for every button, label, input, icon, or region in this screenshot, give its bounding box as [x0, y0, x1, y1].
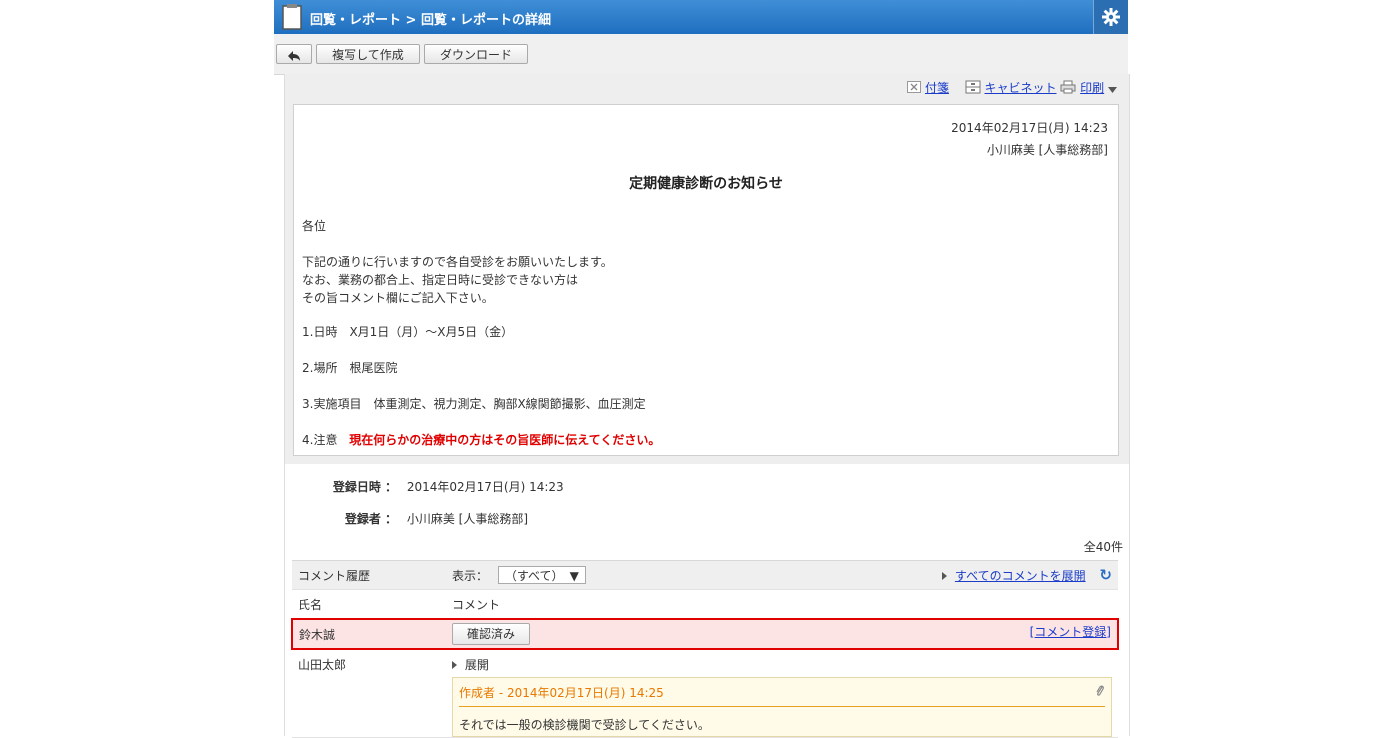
- comment-table: コメント履歴 表示： （すべて） ▼ すべてのコメントを展開 ↻ 氏名 コメント…: [291, 560, 1119, 738]
- toolbar: 複写して作成 ダウンロード: [274, 34, 1128, 75]
- comment-entry-body: それでは一般の検診機関で受診してください。: [459, 718, 710, 732]
- report-document: 2014年02月17日(月) 14:23 小川麻美 [人事総務部] 定期健康診断…: [293, 104, 1119, 456]
- expand-all: すべてのコメントを展開 ↻: [942, 566, 1112, 584]
- report-item-3: 3.実施項目 体重測定、視力測定、胸部X線関節撮影、血圧測定: [302, 397, 646, 411]
- download-button[interactable]: ダウンロード: [424, 44, 528, 64]
- paperclip-icon[interactable]: [1095, 684, 1105, 701]
- back-arrow-icon: [288, 50, 300, 61]
- chevron-down-icon[interactable]: [1108, 82, 1117, 96]
- comment-total: 全40件: [1083, 540, 1123, 554]
- comment-author: 鈴木誠: [291, 618, 446, 650]
- column-comment: コメント: [446, 589, 1118, 620]
- comment-history-header: コメント履歴 表示： （すべて） ▼ すべてのコメントを展開 ↻: [292, 560, 1118, 590]
- triangle-right-icon: [452, 661, 457, 669]
- comment-entry: 作成者 - 2014年02月17日(月) 14:25 それでは一般の検診機関で受…: [452, 677, 1112, 737]
- sticky-icon: [907, 81, 922, 96]
- comment-history-label: コメント履歴: [292, 560, 446, 590]
- display-select[interactable]: （すべて） ▼: [497, 566, 586, 584]
- report-title: 定期健康診断のお知らせ: [629, 176, 783, 192]
- triangle-right-icon: [942, 572, 948, 580]
- report-meta: 登録日時 ： 2014年02月17日(月) 14:23 登録者 ： 小川麻美 […: [284, 464, 1130, 738]
- registered-datetime: 登録日時 ： 2014年02月17日(月) 14:23: [285, 478, 564, 495]
- refresh-icon[interactable]: ↻: [1099, 566, 1112, 584]
- registrant-value: 小川麻美 [人事総務部]: [406, 512, 529, 526]
- expand-toggle[interactable]: 展開: [452, 658, 489, 672]
- back-button[interactable]: [276, 44, 312, 64]
- report-body-line: 下記の通りに行いますので各自受診をお願いいたします。: [302, 255, 613, 269]
- expand-all-link[interactable]: すべてのコメントを展開: [955, 569, 1086, 583]
- report-item-4-note: 現在何らかの治療中の方はその旨医師に伝えてください。: [349, 433, 661, 447]
- comment-filter: 表示： （すべて） ▼ すべてのコメントを展開 ↻: [446, 560, 1118, 590]
- gear-icon: [1102, 8, 1120, 26]
- cabinet-link[interactable]: キャビネット: [984, 81, 1056, 95]
- copy-create-button[interactable]: 複写して作成: [316, 44, 420, 64]
- document-icon: [282, 4, 302, 30]
- report-body-line: その旨コメント欄にご記入下さい。: [302, 291, 494, 305]
- registered-label: 登録日時 ：: [332, 480, 397, 494]
- print-link[interactable]: 印刷: [1080, 81, 1104, 95]
- divider: [459, 706, 1105, 707]
- report-item-4: 4.注意 現在何らかの治療中の方はその旨医師に伝えてください。: [302, 431, 660, 448]
- report-item-1: 1.日時 X月1日（月）～X月5日（金）: [302, 325, 514, 339]
- action-bar: 付箋 キャビネット 印刷: [284, 74, 1130, 100]
- comment-author: 山田太郎: [292, 649, 446, 738]
- settings-button[interactable]: [1093, 0, 1128, 34]
- report-author: 小川麻美 [人事総務部]: [986, 143, 1108, 157]
- registrant-label: 登録者 ：: [344, 512, 397, 526]
- table-row: 鈴木誠 確認済み [コメント登録]: [291, 618, 1119, 650]
- display-label: 表示：: [452, 569, 489, 583]
- expand-label: 展開: [464, 658, 489, 672]
- print-icon: [1060, 80, 1076, 97]
- report-frame: 2014年02月17日(月) 14:23 小川麻美 [人事総務部] 定期健康診断…: [284, 100, 1130, 464]
- confirmed-button[interactable]: 確認済み: [452, 623, 531, 645]
- comment-entry-header: 作成者 - 2014年02月17日(月) 14:25: [459, 686, 664, 700]
- registered-value: 2014年02月17日(月) 14:23: [406, 480, 564, 494]
- comment-register-link[interactable]: [コメント登録]: [1030, 623, 1111, 640]
- cabinet-icon: [965, 80, 981, 97]
- table-row: 山田太郎 展開 作成者 - 2014年02月17日(月) 14:25 それでは一…: [292, 649, 1118, 738]
- report-body-line: なお、業務の都合上、指定日時に受診できない方は: [302, 273, 579, 287]
- page-title: 回覧・レポート > 回覧・レポートの詳細: [310, 13, 551, 28]
- comment-cell: 確認済み [コメント登録]: [446, 618, 1119, 650]
- report-greeting: 各位: [302, 219, 327, 233]
- registrant: 登録者 ： 小川麻美 [人事総務部]: [285, 510, 528, 527]
- sticky-link[interactable]: 付箋: [925, 81, 949, 95]
- comment-cell: 展開 作成者 - 2014年02月17日(月) 14:25 それでは一般の検診機…: [446, 649, 1118, 738]
- report-item-2: 2.場所 根尾医院: [302, 361, 398, 375]
- chevron-down-icon: ▼: [569, 569, 579, 583]
- column-name: 氏名: [292, 589, 446, 620]
- display-select-value: （すべて）: [504, 569, 564, 583]
- title-bar: 回覧・レポート > 回覧・レポートの詳細: [274, 0, 1128, 34]
- report-date: 2014年02月17日(月) 14:23: [951, 121, 1108, 135]
- column-header-row: 氏名 コメント: [292, 589, 1118, 620]
- report-item-4-prefix: 4.注意: [302, 433, 338, 447]
